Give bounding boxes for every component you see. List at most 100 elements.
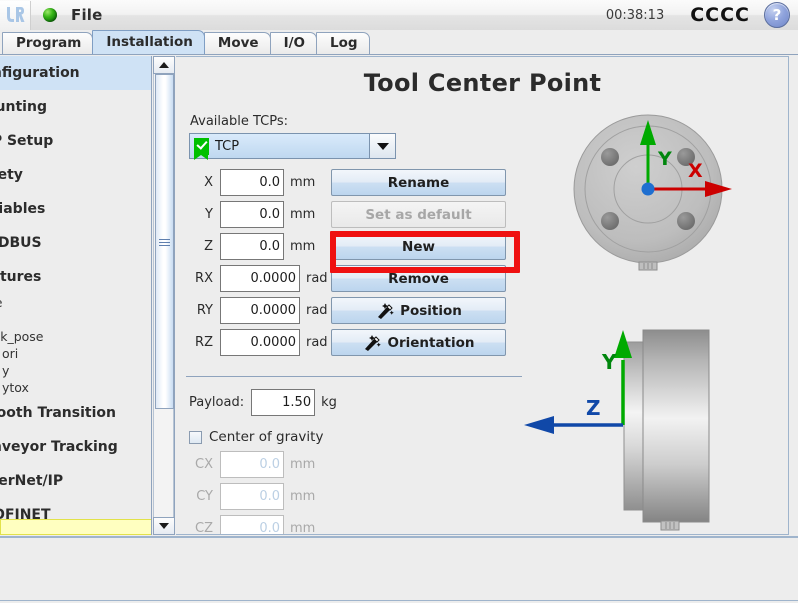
set-as-default-button: Set as default — [331, 201, 506, 228]
coordinate-label: CX — [195, 457, 213, 472]
sidebar-highlight-row — [0, 519, 151, 535]
coordinate-unit: mm — [290, 489, 316, 504]
scroll-grip-icon — [159, 238, 170, 246]
tool-flange-front-view: Y X — [552, 107, 777, 287]
sidebar-item-tcp-setup[interactable]: TCP Setup — [0, 124, 151, 158]
ur-teach-pendant-window: File 00:38:13 CCCC ? Program Installation… — [0, 0, 798, 603]
sidebar-feature-label: y — [2, 363, 10, 378]
sidebar-feature-ori[interactable]: —ori — [0, 345, 151, 362]
sidebar-item-conveyor-tracking[interactable]: Conveyor Tracking — [0, 430, 151, 464]
orientation-button[interactable]: Orientation — [331, 329, 506, 356]
coordinate-row: CY mm — [189, 483, 369, 510]
sidebar-scroll-content: ConfigurationMountingTCP SetupSafetyVari… — [0, 56, 151, 532]
coordinate-unit: rad — [306, 271, 328, 286]
coordinate-input-x[interactable] — [220, 169, 284, 196]
button-label: Position — [400, 302, 462, 319]
magic-wand-icon — [362, 334, 382, 351]
tcp-select[interactable]: TCP — [189, 133, 396, 160]
checkbox-icon[interactable] — [189, 430, 202, 444]
payload-input[interactable] — [251, 389, 316, 416]
sidebar-item-ethernet-ip[interactable]: EtherNet/IP — [0, 464, 151, 498]
bottom-divider-top — [0, 536, 798, 538]
coordinate-input-cy — [220, 483, 284, 510]
sidebar-feature-tool[interactable]: Tool — [0, 311, 151, 328]
tab-move[interactable]: Move — [203, 32, 271, 54]
sidebar-item-modbus[interactable]: MODBUS — [0, 226, 151, 260]
scroll-down-icon[interactable] — [153, 517, 175, 535]
coordinate-label: Y — [205, 207, 213, 222]
tab-program[interactable]: Program — [2, 32, 94, 54]
coordinate-input-rx[interactable] — [220, 265, 300, 292]
robot-name: CCCC — [690, 4, 750, 26]
bottom-strip — [0, 536, 798, 603]
payload-label: Payload: — [189, 395, 245, 410]
tab-log[interactable]: Log — [316, 32, 370, 54]
coordinate-label: Z — [204, 239, 213, 254]
sidebar-item-features[interactable]: Features — [0, 260, 151, 294]
coordinate-input-z[interactable] — [220, 233, 284, 260]
position-button[interactable]: Position — [331, 297, 506, 324]
coordinate-label: RZ — [195, 335, 213, 350]
scroll-up-icon[interactable] — [153, 56, 175, 74]
sidebar-feature-ytox[interactable]: —ytox — [0, 379, 151, 396]
sidebar-item-mounting[interactable]: Mounting — [0, 90, 151, 124]
sidebar-feature-label: ytox — [2, 380, 29, 395]
sidebar-vertical-scrollbar[interactable] — [153, 56, 175, 535]
ur-logo-icon — [0, 0, 31, 30]
file-menu[interactable]: File — [71, 6, 103, 24]
clock: 00:38:13 — [605, 7, 665, 23]
installation-sidebar: ConfigurationMountingTCP SetupSafetyVari… — [0, 56, 152, 535]
sidebar-feature-base[interactable]: Base — [0, 294, 151, 311]
coordinate-label: CY — [196, 489, 213, 504]
tcp-select-face[interactable]: TCP — [190, 134, 369, 160]
coordinate-row: CX mm — [189, 451, 369, 478]
sidebar-item-safety[interactable]: Safety — [0, 158, 151, 192]
coordinate-label: X — [204, 175, 213, 190]
coordinate-unit: rad — [306, 303, 328, 318]
button-label: Remove — [388, 270, 449, 287]
sidebar-item-configuration[interactable]: Configuration — [0, 56, 151, 90]
coordinate-unit: mm — [290, 175, 316, 190]
tool-flange-side-view: Y Z — [506, 322, 781, 532]
tab-installation[interactable]: Installation — [92, 30, 205, 54]
sidebar-feature-pick-pose[interactable]: ▼pick_pose — [0, 328, 151, 345]
coordinate-input-y[interactable] — [220, 201, 284, 228]
coordinate-input-rz[interactable] — [220, 329, 300, 356]
sidebar-item-smooth-transition[interactable]: Smooth Transition — [0, 396, 151, 430]
svg-text:Y: Y — [601, 350, 617, 374]
chevron-down-icon[interactable] — [369, 134, 395, 158]
help-icon[interactable]: ? — [764, 2, 790, 28]
remove-button[interactable]: Remove — [331, 265, 506, 292]
vertical-scroll-thumb[interactable] — [155, 74, 174, 409]
page-title: Tool Center Point — [363, 69, 602, 97]
rename-button[interactable]: Rename — [331, 169, 506, 196]
center-of-gravity-checkbox-row[interactable]: Center of gravity — [189, 429, 323, 445]
payload-row: Payload: kg — [189, 389, 337, 416]
coordinate-unit: mm — [290, 207, 316, 222]
magic-wand-icon — [375, 302, 394, 319]
coordinate-unit: mm — [290, 457, 316, 472]
coordinate-input-cz — [220, 515, 284, 534]
available-tcps-label: Available TCPs: — [190, 114, 288, 129]
vertical-scroll-track[interactable] — [153, 74, 174, 517]
coordinate-label: RY — [196, 303, 213, 318]
button-label: Rename — [387, 174, 450, 191]
coordinate-label: RX — [195, 271, 213, 286]
coordinate-input-ry[interactable] — [220, 297, 300, 324]
svg-text:X: X — [688, 160, 703, 182]
tab-i-o[interactable]: I/O — [269, 32, 318, 54]
bottom-divider-bottom — [0, 600, 798, 601]
main-tab-bar: Program Installation Move I/O Log — [0, 30, 798, 55]
coordinate-input-cx — [220, 451, 284, 478]
new-button[interactable]: New — [331, 233, 506, 260]
center-of-gravity-label: Center of gravity — [209, 429, 324, 445]
coordinate-unit: mm — [290, 521, 316, 535]
coordinate-unit: mm — [290, 239, 316, 254]
tcp-select-value: TCP — [215, 138, 240, 154]
sidebar-item-variables[interactable]: Variables — [0, 192, 151, 226]
green-globe-icon — [43, 8, 57, 22]
sidebar-feature-label: Base — [0, 294, 2, 311]
sidebar-feature-y[interactable]: —y — [0, 362, 151, 379]
sidebar-feature-label: ori — [2, 346, 19, 361]
coordinate-label: CZ — [195, 521, 213, 535]
